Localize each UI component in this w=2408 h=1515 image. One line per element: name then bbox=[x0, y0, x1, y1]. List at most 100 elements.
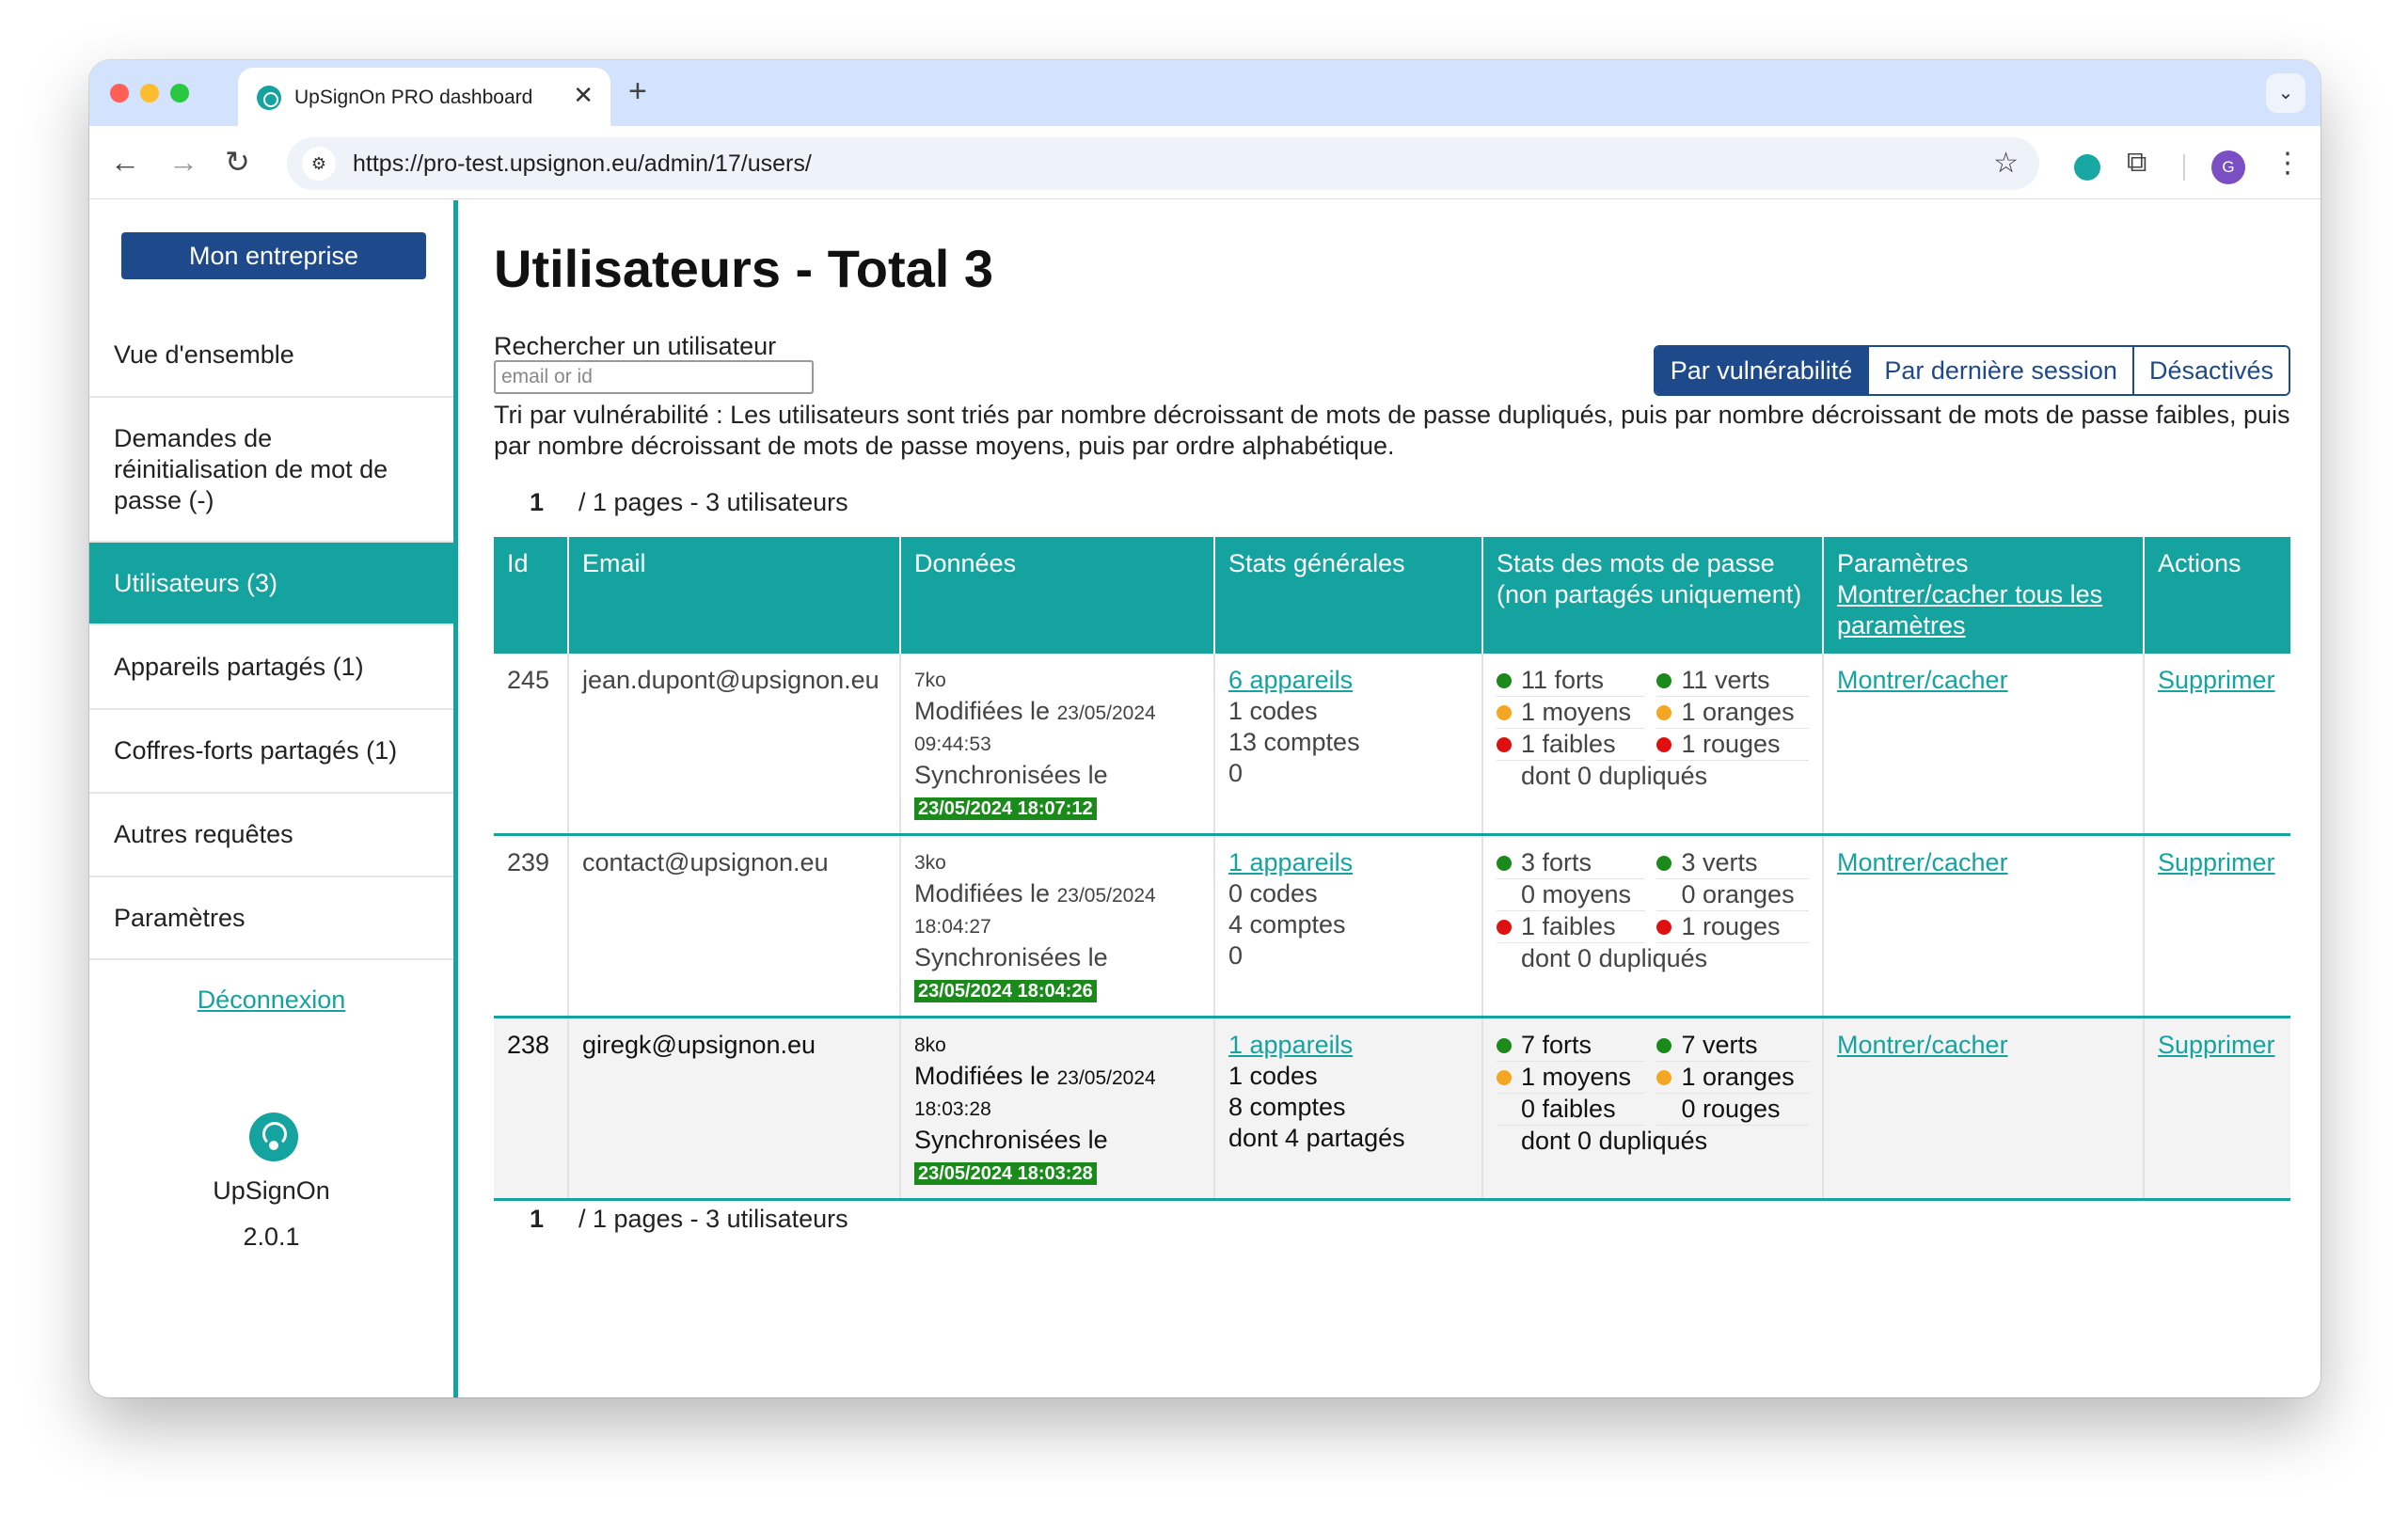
reload-icon[interactable]: ↻ bbox=[225, 145, 250, 179]
green-dot-icon bbox=[1656, 672, 1672, 688]
toggle-parameters-link[interactable]: Montrer/cacher bbox=[1837, 1031, 2008, 1059]
cell-parameters: Montrer/cacher bbox=[1822, 834, 2144, 1018]
delete-user-link[interactable]: Supprimer bbox=[2158, 1031, 2275, 1059]
show-deactivated-button[interactable]: Désactivés bbox=[2131, 347, 2289, 394]
modified-date: 23/05/2024 bbox=[1056, 885, 1156, 907]
bookmark-star-icon[interactable]: ☆ bbox=[1993, 147, 2019, 180]
modified-date: 23/05/2024 bbox=[1056, 1067, 1156, 1089]
sidebar-item-settings[interactable]: Paramètres bbox=[89, 877, 453, 960]
sidebar-item-overview[interactable]: Vue d'ensemble bbox=[89, 313, 453, 398]
close-window-button[interactable] bbox=[110, 84, 129, 103]
cell-general-stats: 1 appareils 0 codes 4 comptes 0 bbox=[1213, 834, 1482, 1018]
delete-user-link[interactable]: Supprimer bbox=[2158, 848, 2275, 876]
forward-arrow-icon[interactable]: → bbox=[168, 145, 198, 179]
green-count: 11 verts bbox=[1681, 666, 1770, 694]
extensions-puzzle-icon[interactable]: ⧉ bbox=[2127, 147, 2147, 179]
site-info-icon[interactable]: ⚙ bbox=[302, 147, 336, 181]
green-dot-icon bbox=[1497, 855, 1512, 871]
page-number[interactable]: 1 bbox=[530, 1205, 544, 1234]
toggle-all-parameters-link[interactable]: Montrer/cacher tous les paramètres bbox=[1837, 580, 2102, 639]
green-dot-icon bbox=[1497, 672, 1512, 688]
logout-link[interactable]: Déconnexion bbox=[89, 986, 453, 1015]
upsignon-favicon-icon bbox=[257, 86, 281, 110]
new-tab-button[interactable]: + bbox=[628, 73, 647, 110]
cell-data: 7ko Modifiées le 23/05/2024 09:44:53 Syn… bbox=[899, 654, 1214, 835]
duplicates-count: dont 0 dupliqués bbox=[1521, 762, 1708, 790]
users-table: Id Email Données Stats générales Stats d… bbox=[494, 537, 2290, 1201]
browser-tab[interactable]: UpSignOn PRO dashboard ✕ bbox=[238, 68, 610, 126]
table-row: 239 contact@upsignon.eu 3ko Modifiées le… bbox=[494, 834, 2290, 1018]
devices-link[interactable]: 1 appareils bbox=[1228, 1031, 1353, 1059]
cell-parameters: Montrer/cacher bbox=[1822, 1017, 2144, 1200]
toggle-parameters-link[interactable]: Montrer/cacher bbox=[1837, 848, 2008, 876]
cell-id: 245 bbox=[507, 666, 550, 694]
sync-badge: 23/05/2024 18:04:26 bbox=[914, 980, 1097, 1002]
devices-link[interactable]: 1 appareils bbox=[1228, 848, 1353, 876]
sidebar-item-shared-devices[interactable]: Appareils partagés (1) bbox=[89, 625, 453, 710]
search-input[interactable] bbox=[494, 360, 814, 394]
accounts-count: 4 comptes bbox=[1228, 910, 1346, 939]
sort-by-vulnerability-button[interactable]: Par vulnérabilité bbox=[1655, 347, 1868, 394]
header-password-stats: Stats des mots de passe (non partagés un… bbox=[1481, 537, 1823, 654]
toggle-parameters-link[interactable]: Montrer/cacher bbox=[1837, 666, 2008, 694]
devices-link[interactable]: 6 appareils bbox=[1228, 666, 1353, 694]
red-count: 1 rouges bbox=[1681, 730, 1781, 758]
medium-count: 0 moyens bbox=[1521, 880, 1632, 908]
upsignon-logo-icon bbox=[249, 1113, 298, 1161]
table-row: 238 giregk@upsignon.eu 8ko Modifiées le … bbox=[494, 1017, 2290, 1200]
page-content: Mon entreprise Vue d'ensemble Demandes d… bbox=[89, 200, 2321, 1397]
menu-kebab-icon[interactable]: ⋮ bbox=[2273, 147, 2302, 180]
upsignon-extension-icon[interactable] bbox=[2074, 154, 2100, 181]
duplicates-count: dont 0 dupliqués bbox=[1521, 1127, 1708, 1155]
modified-time: 09:44:53 bbox=[914, 734, 991, 755]
sidebar-item-password-reset[interactable]: Demandes de réinitialisation de mot de p… bbox=[89, 398, 453, 543]
header-parameters: Paramètres Montrer/cacher tous les param… bbox=[1822, 537, 2144, 654]
cell-actions: Supprimer bbox=[2143, 1017, 2290, 1200]
browser-window: UpSignOn PRO dashboard ✕ + ⌄ ← → ↻ ⚙ htt… bbox=[89, 60, 2321, 1397]
cell-email: contact@upsignon.eu bbox=[567, 834, 900, 1018]
sync-badge: 23/05/2024 18:03:28 bbox=[914, 1162, 1097, 1185]
sync-badge: 23/05/2024 18:07:12 bbox=[914, 797, 1097, 820]
accounts-count: 8 comptes bbox=[1228, 1093, 1346, 1121]
red-count: 0 rouges bbox=[1681, 1095, 1781, 1123]
cell-general-stats: 1 appareils 1 codes 8 comptes dont 4 par… bbox=[1213, 1017, 1482, 1200]
back-arrow-icon[interactable]: ← bbox=[110, 145, 140, 179]
green-dot-icon bbox=[1497, 1037, 1512, 1053]
sidebar-item-users[interactable]: Utilisateurs (3) bbox=[89, 543, 453, 625]
codes-count: 0 codes bbox=[1228, 879, 1318, 907]
header-data: Données bbox=[899, 537, 1214, 654]
orange-dot-icon bbox=[1497, 1069, 1512, 1085]
orange-dot-icon bbox=[1497, 704, 1512, 720]
main-panel: Utilisateurs - Total 3 Rechercher un uti… bbox=[494, 200, 2290, 1397]
empty-dot-slot bbox=[1656, 1102, 1671, 1117]
maximize-window-button[interactable] bbox=[170, 84, 189, 103]
page-number[interactable]: 1 bbox=[530, 488, 544, 517]
cell-password-stats: 11 forts 11 verts 1 moyens 1 oranges 1 f… bbox=[1481, 654, 1823, 835]
sort-by-last-session-button[interactable]: Par dernière session bbox=[1867, 347, 2132, 394]
empty-dot-slot bbox=[1497, 1102, 1512, 1117]
sidebar-item-other-requests[interactable]: Autres requêtes bbox=[89, 794, 453, 877]
cell-password-stats: 7 forts 7 verts 1 moyens 1 oranges 0 fai… bbox=[1481, 1017, 1823, 1200]
app-version: 2.0.1 bbox=[243, 1223, 300, 1251]
tab-search-chevron-icon[interactable]: ⌄ bbox=[2266, 73, 2305, 113]
profile-avatar[interactable]: G bbox=[2211, 150, 2245, 184]
red-dot-icon bbox=[1497, 736, 1512, 752]
red-dot-icon bbox=[1497, 919, 1512, 935]
medium-count: 1 moyens bbox=[1521, 1063, 1632, 1091]
orange-dot-icon bbox=[1656, 704, 1672, 720]
tab-close-icon[interactable]: ✕ bbox=[573, 81, 594, 110]
company-button[interactable]: Mon entreprise bbox=[121, 232, 426, 279]
strong-count: 11 forts bbox=[1521, 666, 1605, 694]
sidebar-item-shared-vaults[interactable]: Coffres-forts partagés (1) bbox=[89, 710, 453, 794]
accounts-count: 13 comptes bbox=[1228, 728, 1360, 756]
medium-count: 1 moyens bbox=[1521, 698, 1632, 726]
url-text[interactable]: https://pro-test.upsignon.eu/admin/17/us… bbox=[353, 150, 812, 178]
green-dot-icon bbox=[1656, 855, 1672, 871]
shared-count: 0 bbox=[1228, 941, 1244, 970]
toolbar-divider bbox=[2183, 154, 2185, 181]
modified-date: 23/05/2024 bbox=[1056, 702, 1156, 724]
minimize-window-button[interactable] bbox=[140, 84, 159, 103]
tab-title: UpSignOn PRO dashboard bbox=[294, 87, 533, 108]
address-bar[interactable]: ⚙ https://pro-test.upsignon.eu/admin/17/… bbox=[287, 137, 2039, 190]
delete-user-link[interactable]: Supprimer bbox=[2158, 666, 2275, 694]
